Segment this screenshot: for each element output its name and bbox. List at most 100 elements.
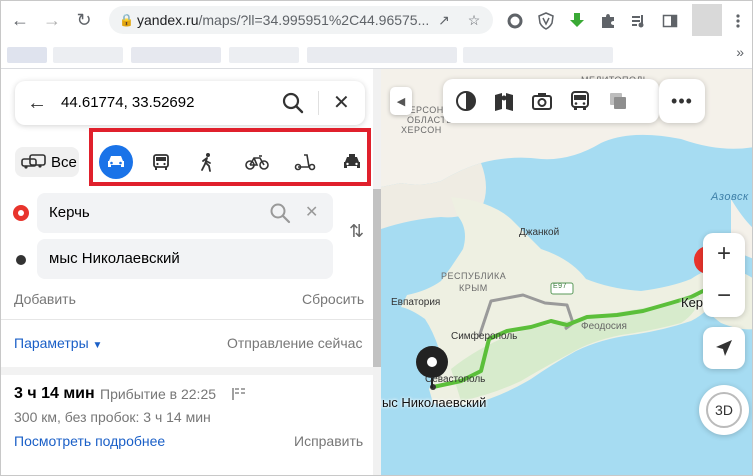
menu-kebab-icon[interactable] [728, 11, 748, 31]
profile-avatar[interactable] [692, 4, 722, 36]
route-details: 300 км, без пробок: 3 ч 14 мин [14, 409, 211, 425]
url-host: yandex.ru [137, 12, 199, 28]
add-point-link[interactable]: Добавить [14, 291, 76, 307]
mode-walk-button[interactable] [190, 145, 224, 179]
bookmark-item[interactable] [131, 47, 221, 63]
route-flag-icon [232, 388, 245, 400]
share-icon[interactable]: ↗ [435, 11, 453, 29]
route-panel: ← 44.61774, 33.52692 ✕ Все Керчь ✕ ⇅ мыс… [1, 69, 381, 475]
download-arrow-icon[interactable] [567, 11, 587, 31]
bookmark-item[interactable] [7, 47, 47, 63]
close-icon[interactable]: ✕ [333, 90, 350, 115]
traffic-layers-icon[interactable] [607, 90, 629, 112]
3d-toggle-button[interactable]: 3D [699, 385, 749, 435]
bookmarks-bar: » [1, 39, 752, 69]
label-e97: E97 [553, 283, 567, 290]
correct-link[interactable]: Исправить [294, 433, 363, 449]
transit-bus-icon[interactable] [569, 90, 591, 112]
search-input[interactable]: 44.61774, 33.52692 [61, 94, 194, 111]
back-icon[interactable]: ← [5, 5, 35, 35]
label-dzhankoy: Джанкой [519, 227, 560, 238]
bookmark-item[interactable] [307, 47, 457, 63]
route-from-field[interactable]: Керчь ✕ [37, 193, 333, 233]
address-bar[interactable]: 🔒 yandex.ru/maps/?ll=34.995951%2C44.9657… [109, 6, 493, 34]
bike-icon [245, 155, 269, 170]
divider [1, 319, 373, 320]
side-panel-icon[interactable] [660, 11, 680, 31]
forward-icon[interactable]: → [37, 5, 67, 35]
destination-pin-icon[interactable] [415, 345, 449, 389]
layers-toggle-icon[interactable] [455, 90, 477, 112]
route-duration: 3 ч 14 мин [14, 385, 95, 402]
label-kerch: Кер [681, 295, 704, 310]
3d-label: 3D [706, 392, 742, 428]
shield-v-icon[interactable] [536, 11, 556, 31]
location-arrow-icon [716, 340, 732, 356]
section-gap [1, 367, 373, 375]
media-icon[interactable] [629, 11, 649, 31]
mode-car-button[interactable] [99, 145, 133, 179]
search-icon[interactable] [281, 91, 305, 115]
end-point-marker [16, 255, 26, 265]
view-details-link[interactable]: Посмотреть подробнее [14, 433, 165, 449]
zoom-control: + − [703, 233, 745, 317]
label-destination: мыс Николаевский [381, 395, 487, 410]
mode-bike-button[interactable] [240, 145, 274, 179]
caret-left-icon: ◀ [396, 95, 406, 108]
photo-camera-icon[interactable] [531, 90, 553, 112]
search-divider [318, 91, 319, 115]
bookmark-item[interactable] [229, 47, 299, 63]
scooter-icon [294, 154, 316, 171]
start-point-marker [13, 205, 29, 221]
chevron-more-icon[interactable]: » [736, 44, 744, 60]
reset-link[interactable]: Сбросить [302, 291, 364, 307]
zoom-in-button[interactable]: + [703, 233, 745, 275]
browser-window: ← → ↻ 🔒 yandex.ru/maps/?ll=34.995951%2C4… [0, 0, 753, 476]
locate-me-button[interactable] [703, 327, 745, 369]
route-from-value: Керчь [49, 204, 90, 221]
label-simferopol: Симферополь [451, 331, 518, 342]
more-options-button[interactable]: ••• [659, 79, 705, 123]
departure-time-link[interactable]: Отправление сейчас [227, 335, 362, 351]
reload-icon[interactable]: ↻ [69, 5, 99, 35]
transport-modes: Все [15, 128, 375, 187]
map-view[interactable]: МЕЛИТОПОЛЬ ХЕРСОНСКАЯ ОБЛАСТЬ ХЕРСОН Азо… [381, 69, 752, 475]
lock-icon: 🔒 [119, 13, 134, 27]
route-to-field[interactable]: мыс Николаевский [37, 239, 333, 279]
more-dots-icon: ••• [671, 90, 693, 111]
all-modes-icon [21, 154, 46, 169]
url-path: /maps/?ll=34.995951%2C44.96575... [198, 12, 430, 28]
label-feodosia: Феодосия [581, 321, 627, 332]
collapse-panel-button[interactable]: ◀ [390, 87, 412, 115]
from-search-icon[interactable] [269, 202, 291, 224]
back-arrow-icon[interactable]: ← [27, 92, 47, 115]
label-kherson: ХЕРСОН [401, 125, 442, 135]
caret-down-icon: ▼ [92, 340, 103, 351]
all-modes-label: Все [51, 153, 77, 171]
bookmark-item[interactable] [463, 47, 613, 63]
star-icon[interactable]: ☆ [465, 11, 483, 29]
from-clear-icon[interactable]: ✕ [305, 202, 318, 222]
all-modes-button[interactable]: Все [15, 147, 79, 177]
bookmark-item[interactable] [53, 47, 123, 63]
params-label: Параметры [14, 335, 89, 351]
puzzle-icon[interactable] [598, 11, 618, 31]
panorama-book-icon[interactable] [493, 90, 515, 112]
mode-scooter-button[interactable] [288, 145, 322, 179]
scrollbar-thumb[interactable] [373, 189, 381, 367]
mode-bus-button[interactable] [144, 145, 178, 179]
params-link[interactable]: Параметры ▼ [14, 335, 102, 351]
label-evpatoria: Евпатория [391, 297, 441, 308]
route-to-value: мыс Николаевский [49, 250, 180, 267]
label-crimea-1: РЕСПУБЛИКА [441, 271, 507, 281]
zoom-out-button[interactable]: − [703, 275, 745, 317]
swap-icon[interactable]: ⇅ [349, 221, 364, 242]
mode-taxi-button[interactable] [335, 145, 369, 179]
walk-icon [201, 153, 211, 172]
label-crimea-2: КРЫМ [459, 283, 488, 293]
minus-icon: − [716, 282, 731, 309]
taxi-icon [344, 154, 360, 168]
extension-circle-icon[interactable] [505, 11, 525, 31]
search-box[interactable]: ← 44.61774, 33.52692 ✕ [15, 81, 365, 125]
map-layers-toolbar [443, 79, 659, 123]
